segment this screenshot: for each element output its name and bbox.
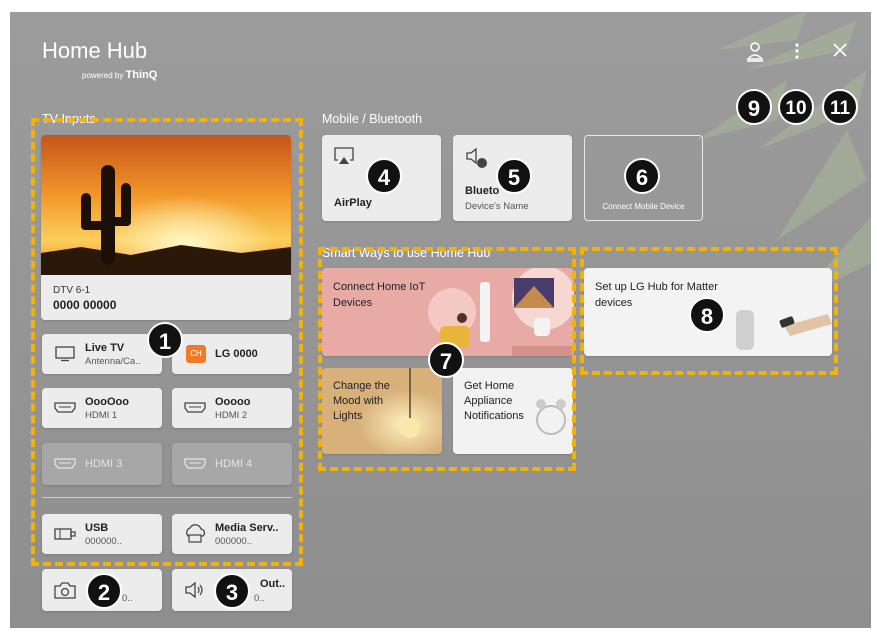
bluetooth-speaker-icon <box>466 147 487 168</box>
input-sub: 0.. <box>254 593 265 604</box>
callout-badge: 5 <box>496 158 532 194</box>
callout-badge: 2 <box>86 573 122 609</box>
callout-badge: 4 <box>366 158 402 194</box>
bluetooth-label: Blueto <box>465 185 500 197</box>
callout-badge: 7 <box>428 342 464 378</box>
callout-badge: 6 <box>624 158 660 194</box>
airplay-label: AirPlay <box>334 197 372 209</box>
page-title: Home Hub <box>42 38 148 63</box>
airplay-icon <box>334 147 354 164</box>
connect-mobile-label: Connect Mobile Device <box>602 202 685 211</box>
input-name: Out.. <box>260 578 286 590</box>
thinq-logo: ThinQ <box>125 69 158 81</box>
frame-top <box>0 0 877 12</box>
callout-badge: 3 <box>214 573 250 609</box>
frame-left <box>0 0 10 638</box>
speaker-icon <box>185 581 203 599</box>
powered-by-label: powered by ThinQ <box>82 69 158 81</box>
callout-badge: 9 <box>736 89 772 125</box>
callout-badge: 10 <box>778 89 814 125</box>
camera-icon <box>54 582 76 599</box>
home-hub-screen: Home Hub powered by ThinQ TV Inputs Mobi… <box>0 0 877 638</box>
close-icon[interactable] <box>833 43 847 57</box>
callout-badge: 11 <box>822 89 858 125</box>
callout-badge: 1 <box>147 322 183 358</box>
callout-badge: 8 <box>689 297 725 333</box>
input-sub: 0.. <box>122 593 133 604</box>
user-profile-icon[interactable] <box>746 41 764 63</box>
frame-right <box>871 0 877 638</box>
bluetooth-device-name: Device's Name <box>465 201 529 212</box>
section-label-mobile-bluetooth: Mobile / Bluetooth <box>322 112 423 126</box>
frame-bottom <box>0 628 877 638</box>
more-options-icon[interactable] <box>793 42 801 62</box>
